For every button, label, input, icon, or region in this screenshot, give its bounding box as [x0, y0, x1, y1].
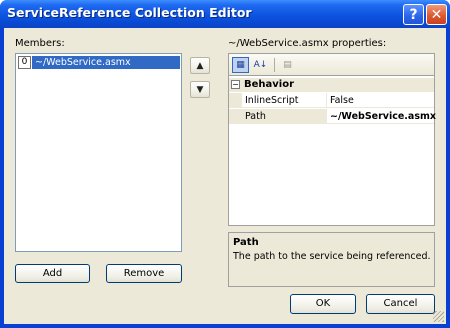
remove-button[interactable]: Remove [106, 264, 182, 283]
members-label: Members: [15, 38, 65, 49]
move-up-button[interactable]: ▲ [190, 57, 210, 74]
property-pages-icon: ▤ [283, 60, 292, 70]
alphabetical-button[interactable]: A↓ [252, 57, 269, 73]
help-button[interactable]: ? [403, 4, 424, 25]
property-value[interactable]: ~/WebService.asmx [326, 109, 436, 124]
cancel-button[interactable]: Cancel [366, 294, 435, 314]
property-row[interactable]: Path ~/WebService.asmx [229, 109, 436, 124]
resize-grip[interactable] [433, 311, 444, 322]
window-title: ServiceReference Collection Editor [7, 5, 252, 20]
add-button[interactable]: Add [15, 264, 90, 283]
property-name[interactable]: Path [242, 109, 326, 124]
dialog-window: ServiceReference Collection Editor ? ✕ M… [0, 0, 450, 328]
property-grid[interactable]: − Behavior InlineScript False Path ~/Web… [228, 76, 436, 226]
property-value[interactable]: False [326, 93, 434, 108]
description-text: The path to the service being referenced… [233, 251, 431, 262]
list-item[interactable]: 0 ~/WebService.asmx [18, 56, 180, 69]
member-name[interactable]: ~/WebService.asmx [32, 56, 180, 69]
ok-button[interactable]: OK [290, 294, 356, 314]
help-icon: ? [409, 6, 418, 23]
close-icon: ✕ [430, 6, 443, 23]
move-down-button[interactable]: ▼ [190, 81, 210, 98]
property-name[interactable]: InlineScript [242, 93, 326, 108]
arrow-down-icon: ▼ [196, 84, 204, 95]
members-list[interactable]: 0 ~/WebService.asmx [15, 53, 182, 252]
arrow-up-icon: ▲ [196, 60, 204, 71]
category-row[interactable]: − Behavior [229, 78, 434, 92]
title-bar[interactable]: ServiceReference Collection Editor ? ✕ [0, 0, 450, 28]
description-panel: Path The path to the service being refer… [228, 232, 435, 287]
collapse-icon[interactable]: − [231, 80, 240, 89]
member-index: 0 [18, 56, 31, 69]
sort-alphabetical-icon: A↓ [253, 60, 268, 70]
description-title: Path [233, 237, 259, 248]
row-gutter [229, 93, 242, 108]
property-pages-button[interactable]: ▤ [279, 57, 296, 73]
property-row[interactable]: InlineScript False [229, 93, 434, 108]
properties-label: ~/WebService.asmx properties: [228, 38, 387, 49]
categorized-icon: ▦ [236, 60, 245, 70]
property-grid-toolbar: ▦ A↓ ▤ [228, 53, 435, 76]
toolbar-separator [274, 58, 275, 72]
category-label: Behavior [244, 79, 295, 90]
categorized-button[interactable]: ▦ [232, 57, 249, 73]
dialog-body: Members: 0 ~/WebService.asmx ▲ ▼ Add Rem… [4, 28, 446, 324]
row-gutter [229, 109, 242, 124]
close-button[interactable]: ✕ [426, 4, 447, 25]
